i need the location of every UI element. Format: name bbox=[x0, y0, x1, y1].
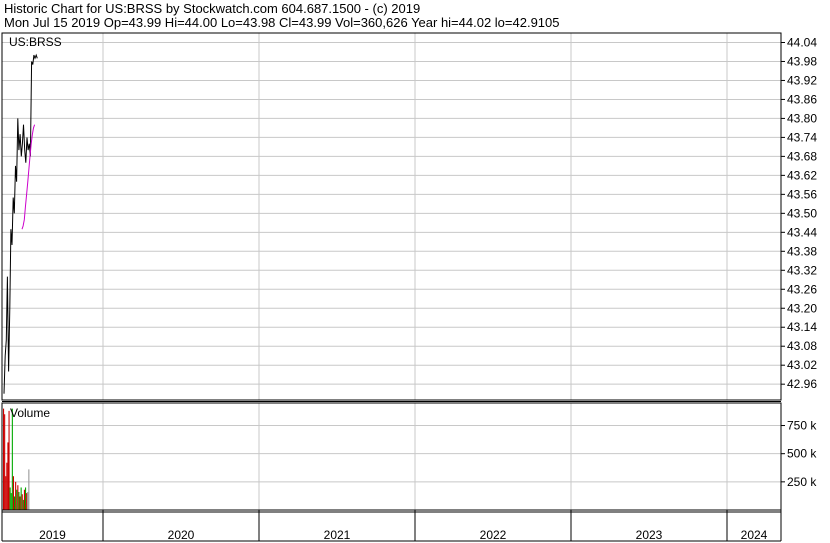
year-label: 2024 bbox=[741, 528, 768, 542]
price-tick-label: 43.02 bbox=[787, 358, 817, 372]
volume-bar bbox=[27, 491, 29, 510]
price-tick-label: 43.80 bbox=[787, 111, 817, 125]
price-tick-label: 43.92 bbox=[787, 73, 817, 87]
volume-bar bbox=[5, 476, 7, 510]
volume-bar bbox=[19, 496, 21, 510]
price-tick-label: 43.62 bbox=[787, 168, 817, 182]
year-label: 2023 bbox=[636, 528, 663, 542]
volume-bar bbox=[20, 487, 22, 510]
volume-bars bbox=[3, 408, 30, 510]
year-label: 2020 bbox=[168, 528, 195, 542]
price-tick-label: 43.68 bbox=[787, 149, 817, 163]
price-tick-label: 43.38 bbox=[787, 244, 817, 258]
price-panel-frame bbox=[1, 32, 782, 401]
volume-panel-frame bbox=[1, 402, 782, 511]
volume-tick-label: 500 k bbox=[787, 447, 817, 461]
price-tick-label: 43.74 bbox=[787, 130, 817, 144]
volume-bar bbox=[18, 491, 20, 510]
volume-bar bbox=[7, 442, 9, 510]
price-tick-label: 43.26 bbox=[787, 282, 817, 296]
volume-bar bbox=[3, 408, 5, 510]
price-tick-label: 42.96 bbox=[787, 377, 817, 391]
volume-bar bbox=[23, 489, 25, 510]
year-label: 2022 bbox=[480, 528, 507, 542]
chart-grid bbox=[2, 33, 781, 510]
price-line bbox=[3, 53, 38, 394]
volume-bar bbox=[9, 487, 11, 510]
volume-tick-label: 750 k bbox=[787, 419, 817, 433]
price-series bbox=[3, 53, 38, 394]
volume-panel-title: Volume bbox=[10, 406, 50, 420]
volume-tick-label: 250 k bbox=[787, 475, 817, 489]
volume-bar bbox=[11, 408, 13, 510]
volume-bar bbox=[22, 499, 24, 510]
volume-bar bbox=[28, 469, 30, 510]
year-label: 2019 bbox=[39, 528, 66, 542]
price-tick-label: 43.98 bbox=[787, 54, 817, 68]
price-panel-title: US:BRSS bbox=[9, 35, 62, 49]
price-tick-label: 43.08 bbox=[787, 339, 817, 353]
volume-bar bbox=[8, 410, 10, 510]
price-tick-label: 43.44 bbox=[787, 225, 817, 239]
volume-bar bbox=[17, 485, 19, 510]
chart-axes bbox=[1, 32, 785, 542]
price-tick-label: 43.56 bbox=[787, 187, 817, 201]
volume-bar bbox=[15, 481, 17, 510]
price-tick-label: 44.04 bbox=[787, 35, 817, 49]
volume-bar bbox=[6, 462, 8, 510]
price-tick-label: 43.14 bbox=[787, 320, 817, 334]
price-tick-label: 43.20 bbox=[787, 301, 817, 315]
volume-bar bbox=[21, 494, 23, 510]
price-tick-label: 43.50 bbox=[787, 206, 817, 220]
volume-bar bbox=[12, 476, 14, 510]
price-tick-label: 43.32 bbox=[787, 263, 817, 277]
volume-bar bbox=[26, 493, 28, 510]
volume-bar bbox=[14, 496, 16, 510]
volume-bar bbox=[16, 489, 18, 510]
price-tick-label: 43.86 bbox=[787, 92, 817, 106]
volume-bar bbox=[10, 493, 12, 510]
stock-chart: 44.04 43.98 43.92 43.86 43.80 43.74 43.68 43.62… bbox=[1, 32, 817, 542]
chart-labels: 44.04 43.98 43.92 43.86 43.80 43.74 43.68 43.62… bbox=[9, 35, 817, 542]
volume-bar bbox=[4, 414, 6, 510]
volume-bar bbox=[25, 487, 27, 510]
year-label: 2021 bbox=[324, 528, 351, 542]
